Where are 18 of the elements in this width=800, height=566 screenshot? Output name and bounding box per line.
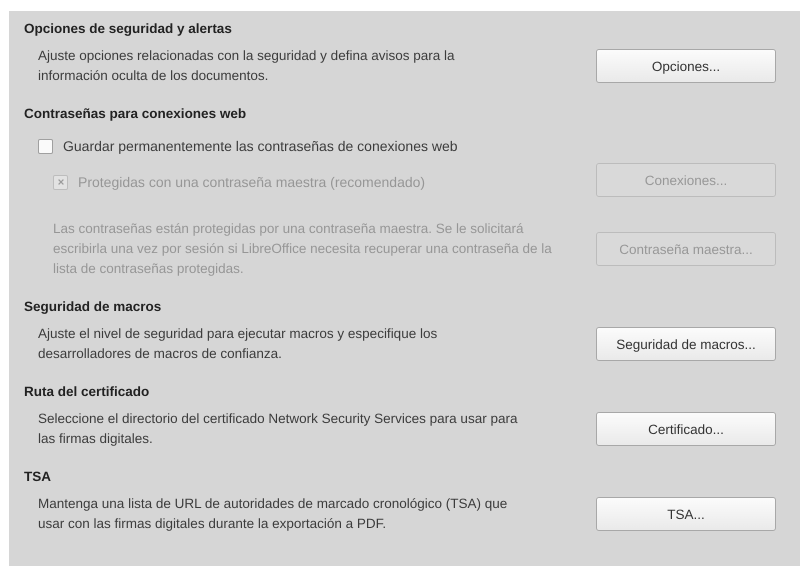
section-heading: Seguridad de macros: [24, 299, 162, 314]
checkbox-label: Protegidas con una contraseña maestra (recomendado): [78, 174, 426, 190]
description-text: Las contraseñas están protegidas por una contraseña maestra. Se le solicitará escribirla una vez por sesión si LibreOffice necesita recuperar una contraseña de la lista de contraseñas protegidas.: [53, 220, 553, 278]
push-button[interactable]: Certificado...: [596, 412, 776, 446]
description-text: Seleccione el directorio del certificado Network Security Services para usar para las firmas digitales.: [38, 410, 518, 448]
push-button[interactable]: Opciones...: [596, 49, 776, 83]
cross-mark-icon: [56, 178, 64, 186]
description-text: Mantenga una lista de URL de autoridades de marcado cronológico (TSA) que usar con las firmas digitales durante la exportación a PDF.: [38, 495, 508, 533]
checkbox-label: Guardar permanentemente las contraseñas de conexiones web: [63, 138, 458, 154]
section-heading: Contraseñas para conexiones web: [24, 106, 248, 121]
description-text: Ajuste el nivel de seguridad para ejecutar macros y especifique los desarrolladores de macros de confianza.: [38, 325, 438, 363]
section-heading: Opciones de seguridad y alertas: [24, 21, 233, 36]
section-heading: TSA: [24, 469, 52, 484]
push-button[interactable]: TSA...: [596, 497, 776, 531]
section-heading: Ruta del certificado: [24, 384, 150, 399]
description-text: Ajuste opciones relacionadas con la seguridad y defina avisos para la información oculta de los documentos.: [38, 47, 456, 85]
push-button[interactable]: Seguridad de macros...: [596, 327, 776, 361]
checkbox[interactable]: [38, 138, 53, 154]
